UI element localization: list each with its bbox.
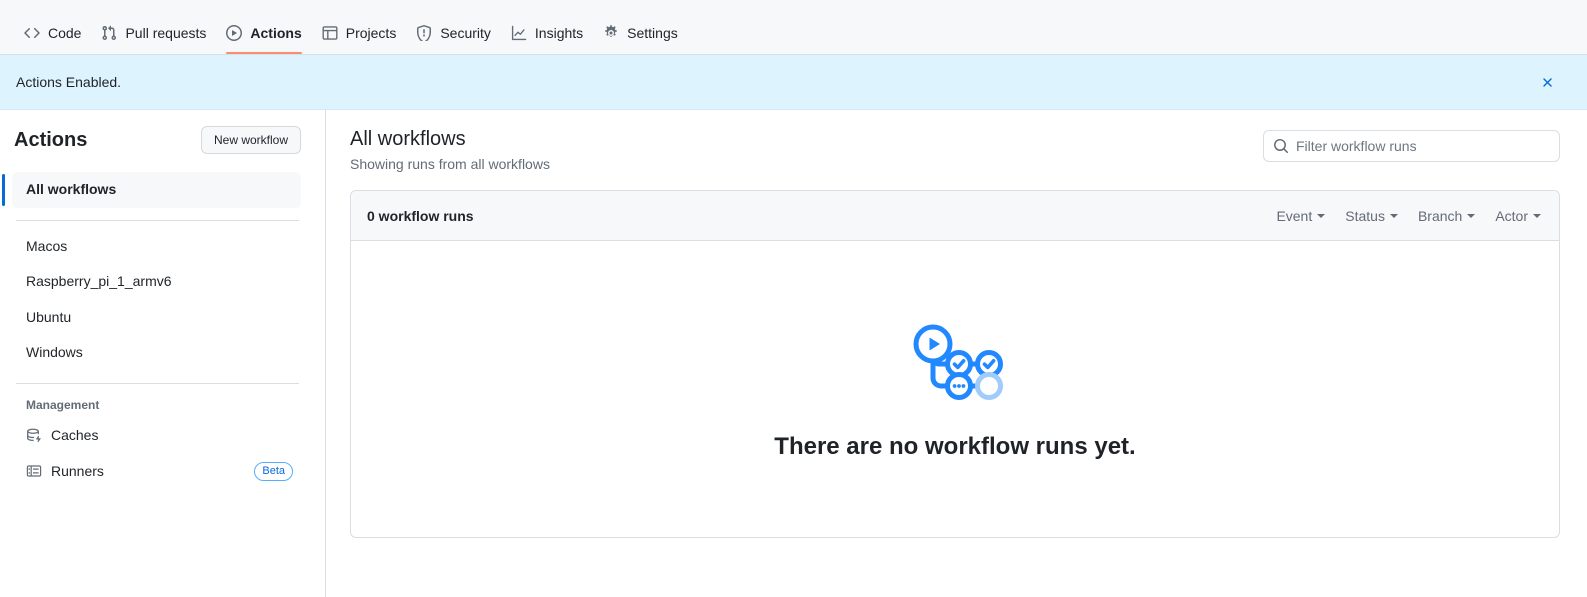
nav-tab-label: Projects (345, 25, 397, 41)
nav-tab-insights[interactable]: Insights (503, 18, 591, 54)
page-subtitle: Showing runs from all workflows (350, 156, 550, 172)
filter-workflow-runs-box (1263, 130, 1560, 162)
flash-banner: Actions Enabled. (0, 55, 1587, 110)
empty-state-title: There are no workflow runs yet. (774, 432, 1136, 460)
sidebar-divider-management (16, 382, 299, 384)
chevron-down-icon (1467, 213, 1476, 218)
filter-event-dropdown[interactable]: Event (1274, 204, 1327, 228)
cache-database-icon (26, 428, 42, 444)
code-icon (24, 25, 40, 41)
git-pull-request-icon (101, 25, 117, 41)
sidebar-item-raspberry-pi-1-armv6[interactable]: Raspberry_pi_1_armv6 (12, 264, 301, 300)
gear-icon (603, 25, 619, 41)
chevron-down-icon (1389, 213, 1398, 218)
sidebar-divider (16, 219, 299, 221)
page-title: All workflows (350, 128, 466, 150)
nav-tab-projects[interactable]: Projects (314, 18, 405, 54)
nav-tab-label: Code (48, 25, 82, 41)
sidebar-header: Actions New workflow (12, 126, 301, 154)
sidebar-item-label: Raspberry_pi_1_armv6 (26, 273, 172, 290)
filter-branch-dropdown[interactable]: Branch (1416, 204, 1477, 228)
status-badge: Beta (254, 461, 293, 481)
sidebar-item-label: Runners (51, 462, 104, 479)
filter-status-label: Status (1345, 207, 1385, 224)
nav-tab-label: Actions (250, 25, 302, 41)
filter-status-dropdown[interactable]: Status (1343, 204, 1400, 228)
graph-icon (511, 25, 527, 41)
sidebar-item-windows[interactable]: Windows (12, 335, 301, 371)
new-workflow-button[interactable]: New workflow (200, 126, 301, 154)
flash-message: Actions Enabled. (16, 74, 122, 90)
sidebar-section-management: Management (26, 397, 100, 412)
workflow-runs-toolbar: 0 workflow runs Event Status Branch Acto… (351, 191, 1559, 241)
nav-tab-label: Pull requests (125, 25, 207, 41)
filter-branch-label: Branch (1417, 207, 1463, 224)
nav-tab-code[interactable]: Code (16, 18, 89, 54)
nav-tab-label: Insights (534, 25, 584, 41)
nav-tab-pull-requests[interactable]: Pull requests (93, 18, 214, 54)
search-icon (1273, 138, 1289, 154)
management-list: Caches Runners Beta (12, 418, 301, 489)
nav-tab-label: Security (440, 25, 491, 41)
sidebar-title: Actions (14, 129, 88, 151)
server-icon (26, 463, 42, 479)
main-content: All workflows Showing runs from all work… (326, 110, 1587, 597)
close-icon[interactable] (1537, 72, 1557, 92)
filter-actor-label: Actor (1495, 207, 1528, 224)
sidebar-item-macos[interactable]: Macos (12, 229, 301, 265)
table-icon (322, 25, 338, 41)
sidebar-item-label: All workflows (26, 181, 117, 197)
repo-nav: Code Pull requests Actions Projects Secu (0, 0, 1587, 55)
main-header-text: All workflows Showing runs from all work… (350, 126, 550, 172)
sidebar-item-label: Caches (51, 426, 99, 443)
workflow-runs-panel: 0 workflow runs Event Status Branch Acto… (350, 190, 1560, 538)
empty-state: There are no workflow runs yet. (351, 241, 1559, 537)
filter-actor-dropdown[interactable]: Actor (1493, 204, 1543, 228)
sidebar-item-ubuntu[interactable]: Ubuntu (12, 300, 301, 336)
sidebar: Actions New workflow All workflows Macos… (0, 110, 326, 597)
sidebar-item-all-workflows[interactable]: All workflows (2, 172, 301, 208)
workflow-runs-count: 0 workflow runs (367, 207, 474, 224)
workflow-list: All workflows (2, 172, 301, 208)
nav-tab-actions[interactable]: Actions (218, 18, 309, 54)
sidebar-item-label: Windows (26, 344, 83, 361)
nav-tab-settings[interactable]: Settings (595, 18, 686, 54)
repo-nav-list: Code Pull requests Actions Projects Secu (16, 18, 686, 54)
shield-icon (416, 25, 432, 41)
nav-tab-security[interactable]: Security (408, 18, 499, 54)
filter-event-label: Event (1276, 207, 1313, 224)
chevron-down-icon (1533, 213, 1541, 218)
workflow-graph-illustration (907, 318, 1003, 411)
play-circle-icon (226, 25, 243, 41)
search-input[interactable] (1263, 130, 1560, 162)
workflow-runs-filters: Event Status Branch Actor (1274, 204, 1543, 228)
sidebar-item-label: Ubuntu (26, 308, 72, 325)
page-body: Actions New workflow All workflows Macos… (0, 110, 1587, 597)
nav-tab-label: Settings (627, 25, 678, 41)
sidebar-item-runners[interactable]: Runners Beta (12, 454, 301, 490)
sidebar-item-caches[interactable]: Caches (12, 418, 301, 454)
workflow-name-list: Macos Raspberry_pi_1_armv6 Ubuntu Window… (12, 229, 301, 371)
main-header: All workflows Showing runs from all work… (350, 126, 1560, 172)
sidebar-item-label: Macos (26, 237, 68, 254)
chevron-down-icon (1317, 213, 1326, 218)
